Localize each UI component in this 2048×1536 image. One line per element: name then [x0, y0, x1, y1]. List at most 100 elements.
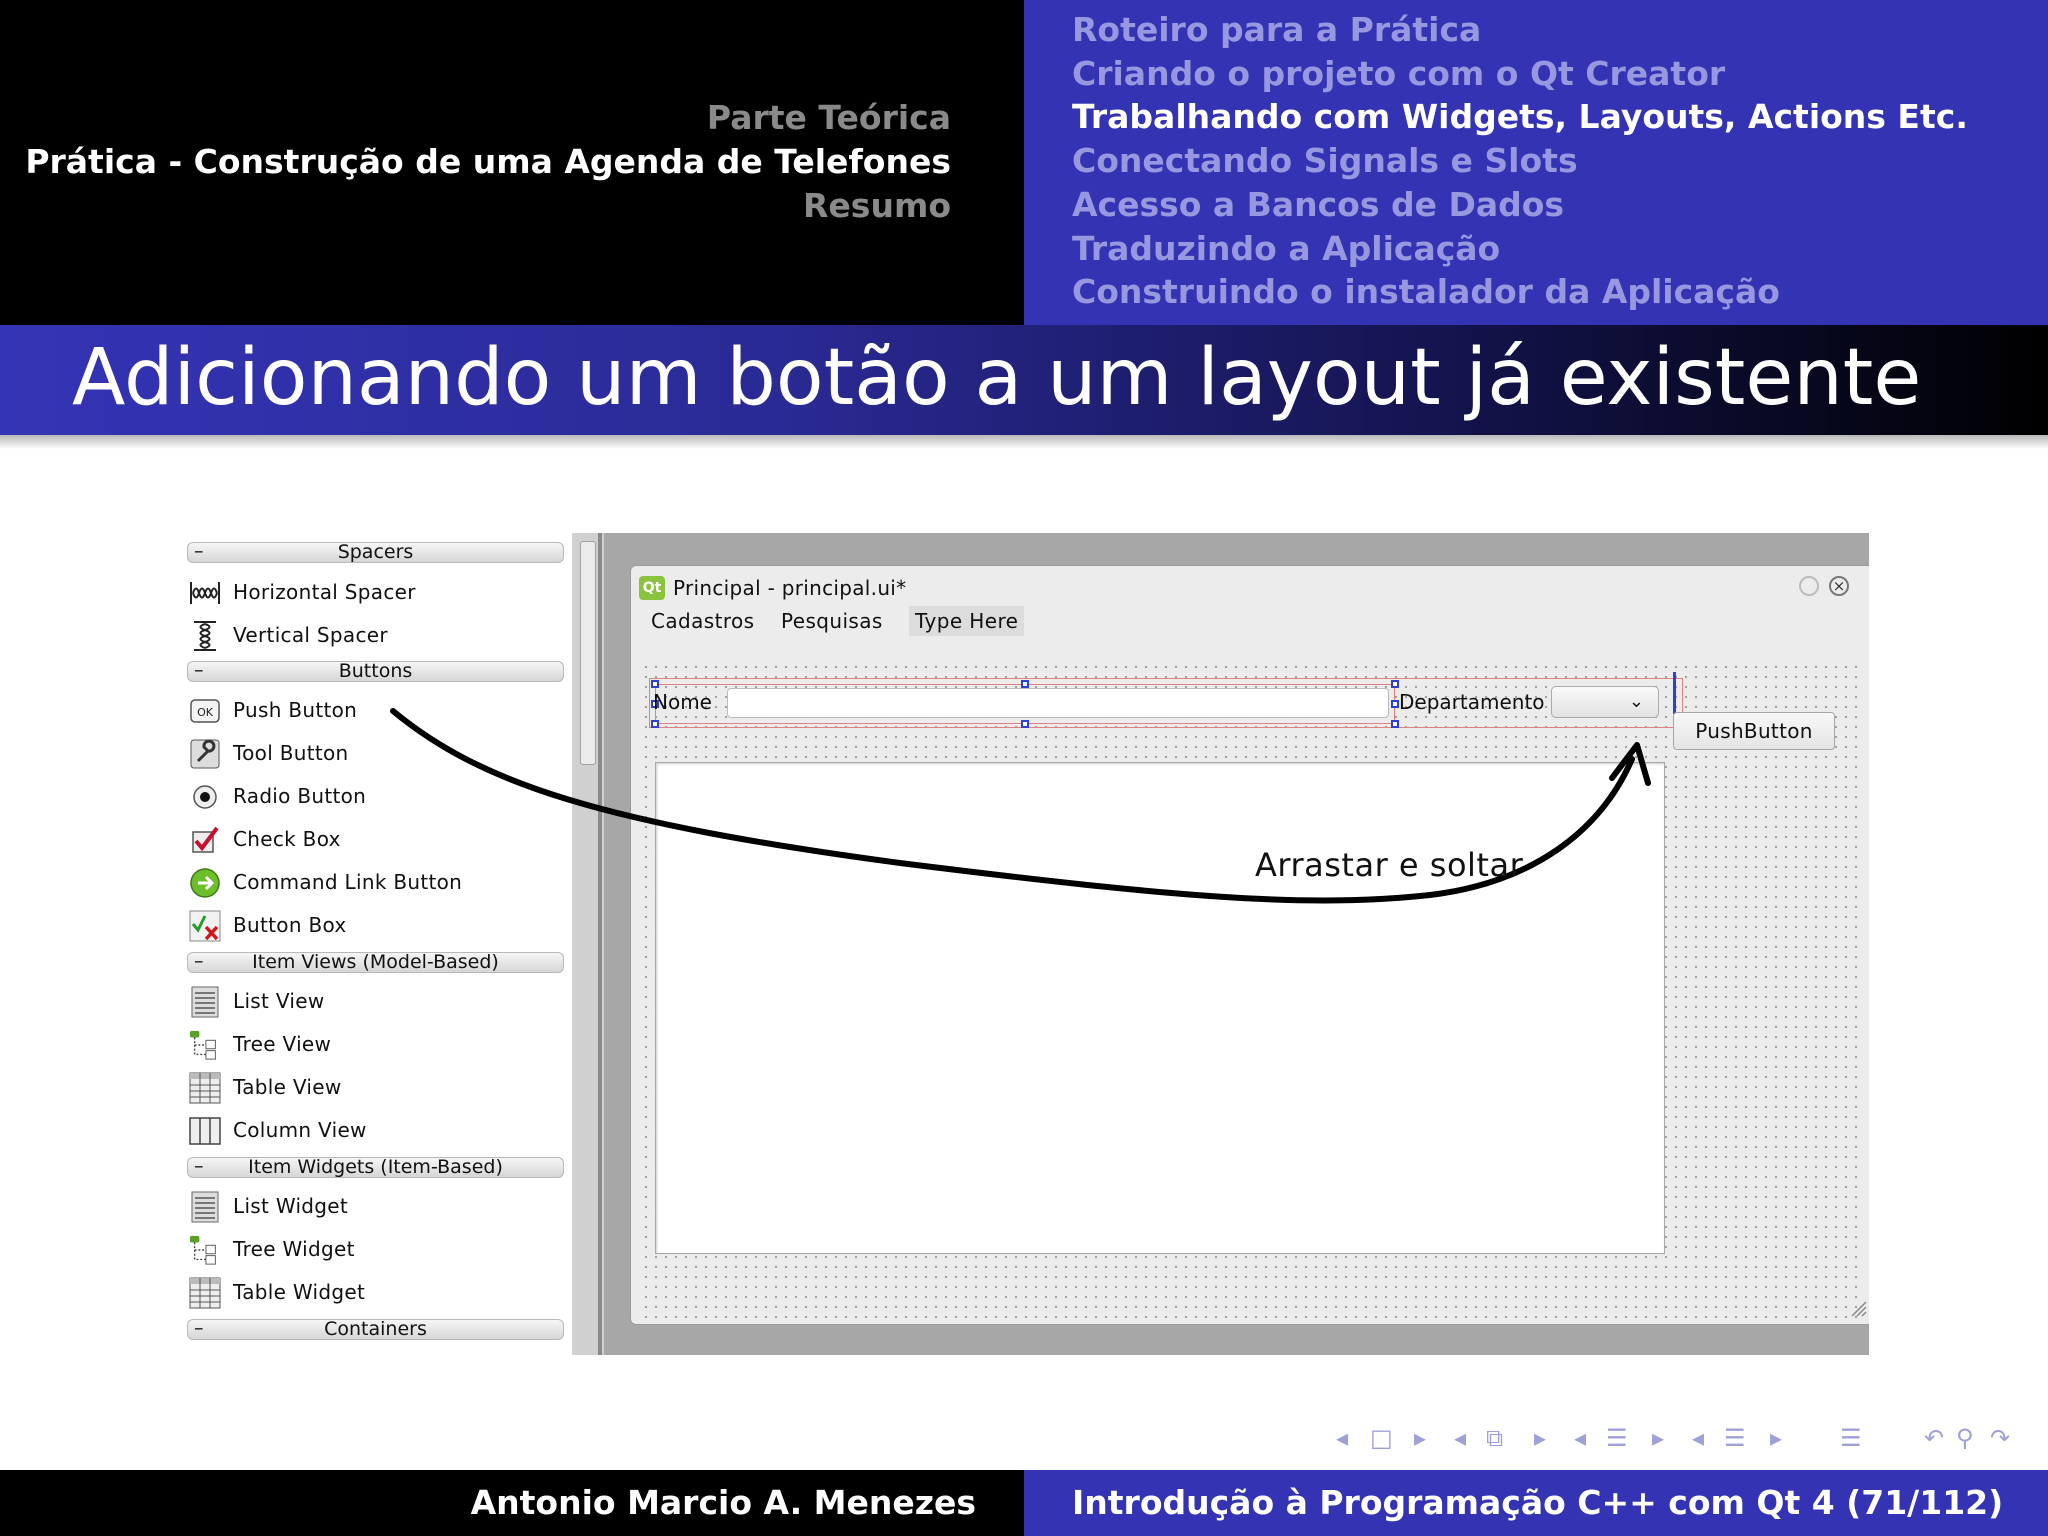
nav-prev-slide-icon[interactable]: ◂: [1336, 1424, 1348, 1452]
splitter-handle[interactable]: [598, 533, 602, 1355]
dragged-pushbutton[interactable]: PushButton: [1673, 712, 1835, 750]
resize-handle[interactable]: [1391, 720, 1399, 728]
collapse-icon[interactable]: –: [194, 1319, 204, 1338]
nav-subsection-icon[interactable]: ☰: [1606, 1424, 1628, 1452]
collapse-icon[interactable]: –: [194, 952, 204, 971]
form-title-bar[interactable]: Qt Principal - principal.ui* ×: [639, 572, 1859, 608]
resize-handle[interactable]: [1021, 680, 1029, 688]
category-item-views[interactable]: – Item Views (Model-Based): [187, 952, 564, 973]
nome-input[interactable]: [727, 688, 1389, 718]
nav-next-slide-icon[interactable]: ▸: [1414, 1424, 1426, 1452]
header-subsections-panel: Roteiro para a Prática Criando o projeto…: [1024, 0, 2048, 325]
nav-document-icon[interactable]: ☰: [1840, 1424, 1862, 1452]
widget-label: Tree Widget: [233, 1237, 355, 1261]
subsection-roteiro[interactable]: Roteiro para a Prática: [1072, 8, 1968, 52]
section-pratica[interactable]: Prática - Construção de uma Agenda de Te…: [25, 140, 951, 184]
scrollbar-thumb[interactable]: [580, 541, 596, 765]
collapse-icon[interactable]: –: [194, 1157, 204, 1176]
nav-next-subsection-icon[interactable]: ▸: [1652, 1424, 1664, 1452]
columns-icon: [189, 1115, 221, 1147]
nav-prev-frame-icon[interactable]: ◂: [1454, 1424, 1466, 1452]
widget-label: Table Widget: [233, 1280, 366, 1304]
tree-icon: [189, 1234, 221, 1266]
form-window[interactable]: Qt Principal - principal.ui* × Cadastros…: [630, 565, 1869, 1325]
category-label: Buttons: [338, 660, 413, 682]
widget-label: List View: [233, 989, 325, 1013]
subsection-traduzindo[interactable]: Traduzindo a Aplicação: [1072, 227, 1968, 271]
category-label: Spacers: [337, 541, 414, 563]
nav-redo-icon[interactable]: ↷: [1990, 1424, 2010, 1452]
nav-undo-icon[interactable]: ↶: [1924, 1424, 1944, 1452]
slide-title: Adicionando um botão a um layout já exis…: [72, 333, 1922, 423]
resize-handle[interactable]: [651, 680, 659, 688]
footer-author: Antonio Marcio A. Menezes: [470, 1483, 976, 1522]
widget-label: Push Button: [233, 698, 358, 722]
subsection-criando-projeto[interactable]: Criando o projeto com o Qt Creator: [1072, 52, 1968, 96]
svg-text:OK: OK: [197, 706, 214, 719]
arrow-right-circle-icon: [189, 867, 221, 899]
menu-pesquisas[interactable]: Pesquisas: [775, 606, 889, 636]
collapse-icon[interactable]: –: [194, 661, 204, 680]
qt-logo-icon: Qt: [639, 576, 665, 600]
widget-label: Column View: [233, 1118, 367, 1142]
slide-title-bar: Adicionando um botão a um layout já exis…: [0, 325, 2048, 435]
subsection-instalador[interactable]: Construindo o instalador da Aplicação: [1072, 270, 1968, 314]
widget-label: Command Link Button: [233, 870, 463, 894]
chevron-down-icon: ⌄: [1628, 691, 1644, 712]
label-departamento: Departamento: [1399, 690, 1545, 714]
category-spacers[interactable]: – Spacers: [187, 542, 564, 563]
widget-box-panel: – Spacers Horizontal Spacer Vertical Spa…: [180, 533, 572, 1355]
tree-icon: [189, 1029, 221, 1061]
subsection-list: Roteiro para a Prática Criando o projeto…: [1072, 8, 1968, 314]
menu-type-here[interactable]: Type Here: [909, 606, 1025, 636]
category-label: Item Views (Model-Based): [252, 951, 499, 973]
wrench-icon: [189, 738, 221, 770]
nav-frame-icon[interactable]: ⧉: [1486, 1424, 1503, 1452]
table-icon: [189, 1072, 221, 1104]
category-buttons[interactable]: – Buttons: [187, 661, 564, 682]
category-item-widgets[interactable]: – Item Widgets (Item-Based): [187, 1157, 564, 1178]
resize-handle[interactable]: [1021, 720, 1029, 728]
nav-section-icon[interactable]: ☰: [1724, 1424, 1746, 1452]
header-sections-panel: Parte Teórica Prática - Construção de um…: [0, 0, 1024, 325]
menu-cadastros[interactable]: Cadastros: [645, 606, 760, 636]
category-label: Containers: [324, 1318, 427, 1340]
ok-button-icon: OK: [189, 695, 221, 727]
footer-course-panel: Introdução à Programação C++ com Qt 4 (7…: [1024, 1470, 2048, 1536]
minimize-icon[interactable]: [1799, 576, 1819, 596]
resize-handle[interactable]: [651, 720, 659, 728]
category-label: Item Widgets (Item-Based): [248, 1156, 503, 1178]
collapse-icon[interactable]: –: [194, 542, 204, 561]
widget-label: Tool Button: [233, 741, 349, 765]
nav-prev-section-icon[interactable]: ◂: [1692, 1424, 1704, 1452]
nav-next-section-icon[interactable]: ▸: [1770, 1424, 1782, 1452]
drag-drop-annotation: Arrastar e soltar: [1255, 846, 1524, 884]
widget-box-scrollbar[interactable]: [572, 533, 604, 1355]
nav-slide-icon[interactable]: □: [1370, 1424, 1393, 1452]
nav-search-icon[interactable]: ⚲: [1956, 1424, 1974, 1452]
nav-next-frame-icon[interactable]: ▸: [1534, 1424, 1546, 1452]
departamento-combobox[interactable]: ⌄: [1551, 686, 1659, 718]
text-edit-area[interactable]: [655, 762, 1665, 1254]
list-icon: [189, 986, 221, 1018]
section-parte-teorica[interactable]: Parte Teórica: [25, 96, 951, 140]
nav-prev-subsection-icon[interactable]: ◂: [1574, 1424, 1586, 1452]
footer-course: Introdução à Programação C++ com Qt 4 (7…: [1072, 1483, 2004, 1522]
resize-handle[interactable]: [1391, 700, 1399, 708]
resize-handle[interactable]: [1391, 680, 1399, 688]
close-icon[interactable]: ×: [1829, 576, 1849, 596]
checkbox-icon: [189, 824, 221, 856]
widget-label: List Widget: [233, 1194, 349, 1218]
footer-author-panel: Antonio Marcio A. Menezes: [0, 1470, 1024, 1536]
subsection-signals-slots[interactable]: Conectando Signals e Slots: [1072, 139, 1968, 183]
resize-grip-icon[interactable]: [1848, 1298, 1868, 1318]
category-containers[interactable]: – Containers: [187, 1319, 564, 1340]
designer-screenshot: – Spacers Horizontal Spacer Vertical Spa…: [180, 533, 1869, 1355]
form-title: Principal - principal.ui*: [673, 576, 907, 600]
radio-icon: [189, 781, 221, 813]
subsection-trabalhando-widgets[interactable]: Trabalhando com Widgets, Layouts, Action…: [1072, 95, 1968, 139]
section-resumo[interactable]: Resumo: [25, 184, 951, 228]
horizontal-spacer-icon: [189, 577, 221, 609]
widget-label: Table View: [233, 1075, 342, 1099]
subsection-bancos-dados[interactable]: Acesso a Bancos de Dados: [1072, 183, 1968, 227]
